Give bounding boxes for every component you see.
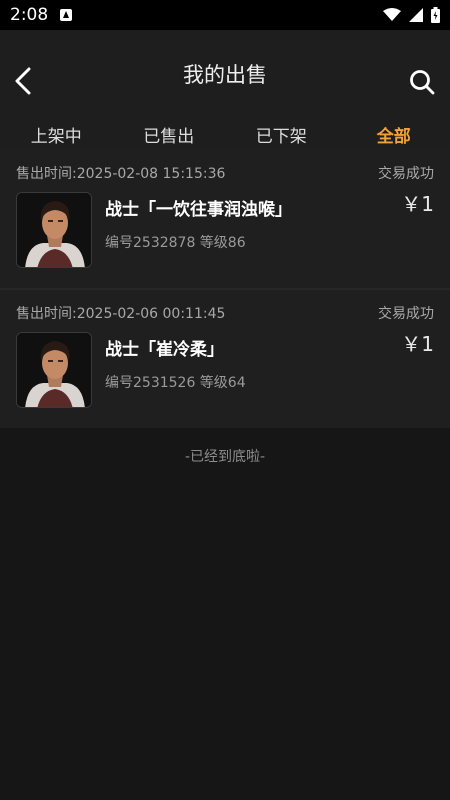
order-info: 战士「崔冷柔」 编号2531526 等级64 — [105, 332, 401, 392]
wifi-icon — [383, 8, 401, 21]
order-price: ￥1 — [401, 332, 434, 356]
app-notification-icon — [60, 9, 73, 21]
tab-all[interactable]: 全部 — [338, 122, 450, 147]
order-card-body: 战士「一饮往事润浊喉」 编号2532878 等级86 ￥1 — [16, 192, 434, 288]
tab-delisted[interactable]: 已下架 — [225, 122, 338, 147]
header-top: 我的出售 — [0, 30, 450, 118]
battery-icon — [431, 7, 440, 23]
tab-bar: 上架中 已售出 已下架 全部 — [0, 118, 450, 150]
search-button[interactable] — [408, 68, 436, 96]
character-meta: 编号2532878 等级86 — [105, 235, 246, 251]
search-icon — [410, 70, 435, 95]
character-name: 战士「一饮往事润浊喉」 — [105, 200, 292, 220]
signal-icon — [409, 8, 423, 22]
header: 我的出售 上架中 已售出 已下架 全部 — [0, 30, 450, 150]
page-title: 我的出售 — [183, 63, 267, 87]
character-avatar — [16, 332, 92, 408]
back-button[interactable] — [10, 67, 36, 95]
status-time: 2:08 — [10, 5, 49, 25]
back-arrow-icon — [15, 67, 31, 95]
order-time: 售出时间:2025-02-08 15:15:36 — [16, 166, 226, 182]
character-name: 战士「崔冷柔」 — [105, 340, 224, 360]
status-icons — [383, 7, 440, 23]
end-of-list-note: -已经到底啦- — [184, 449, 266, 465]
tab-sold[interactable]: 已售出 — [113, 122, 226, 147]
status-bar: 2:08 — [0, 0, 450, 30]
order-card-body: 战士「崔冷柔」 编号2531526 等级64 ￥1 — [16, 332, 434, 428]
order-status: 交易成功 — [378, 166, 434, 182]
tab-listed[interactable]: 上架中 — [0, 122, 113, 147]
order-price: ￥1 — [401, 192, 434, 216]
order-card[interactable]: 售出时间:2025-02-08 15:15:36 交易成功 战士「一饮往事润浊喉… — [0, 150, 450, 288]
order-time: 售出时间:2025-02-06 00:11:45 — [16, 306, 226, 322]
order-info: 战士「一饮往事润浊喉」 编号2532878 等级86 — [105, 192, 401, 252]
order-status: 交易成功 — [378, 306, 434, 322]
character-avatar — [16, 192, 92, 268]
order-card[interactable]: 售出时间:2025-02-06 00:11:45 交易成功 战士「崔冷柔」 编号… — [0, 288, 450, 428]
order-list: 售出时间:2025-02-08 15:15:36 交易成功 战士「一饮往事润浊喉… — [0, 150, 450, 466]
order-card-header: 售出时间:2025-02-06 00:11:45 交易成功 — [16, 290, 434, 332]
character-meta: 编号2531526 等级64 — [105, 375, 246, 391]
order-card-header: 售出时间:2025-02-08 15:15:36 交易成功 — [16, 150, 434, 192]
